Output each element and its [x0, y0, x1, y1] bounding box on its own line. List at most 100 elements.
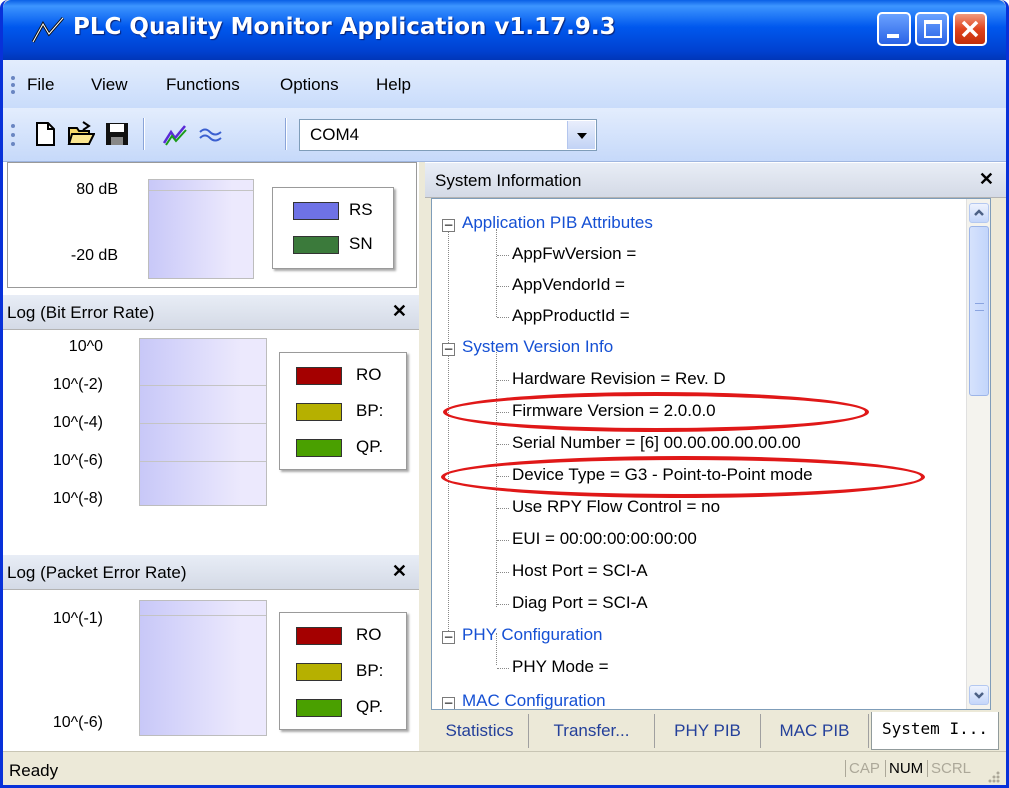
legend-swatch-sn — [293, 236, 339, 254]
tab-mac-pib[interactable]: MAC PIB — [761, 714, 869, 748]
com-port-select[interactable]: COM4 — [299, 119, 597, 151]
wave-icon[interactable] — [197, 120, 225, 148]
tree-group-app-pib[interactable]: Application PIB Attributes — [462, 213, 653, 233]
open-folder-icon[interactable] — [67, 120, 95, 148]
gridline — [140, 423, 266, 424]
gridline — [149, 190, 253, 191]
ber-tick-0: 10^0 — [68, 338, 103, 355]
toolbar: COM4 — [3, 108, 1006, 162]
close-icon[interactable]: ✕ — [392, 561, 407, 582]
num-indicator: NUM — [885, 760, 923, 777]
title-bar[interactable]: PLC Quality Monitor Application v1.17.9.… — [3, 0, 1006, 60]
menu-options[interactable]: Options — [280, 75, 339, 95]
line-chart-icon[interactable] — [161, 120, 189, 148]
system-info-pane: System Information ✕ − Application PIB A… — [425, 162, 1006, 751]
menu-view[interactable]: View — [91, 75, 128, 95]
tab-phy-pib[interactable]: PHY PIB — [655, 714, 761, 748]
tree-item[interactable]: Serial Number = [6] 00.00.00.00.00.00 — [512, 433, 801, 453]
per-chart: 10^(-1) 10^(-6) RO BP: QP. — [3, 590, 419, 750]
status-text: Ready — [9, 761, 59, 780]
menu-file[interactable]: File — [27, 75, 54, 95]
status-bar: Ready CAP NUM SCRL — [3, 751, 1006, 785]
legend-label-ro: RO — [356, 625, 382, 644]
vertical-scrollbar[interactable] — [966, 199, 990, 709]
tree-line — [497, 508, 509, 509]
caps-indicator: CAP — [845, 760, 880, 777]
close-icon — [961, 20, 979, 38]
legend-swatch-bp — [296, 663, 342, 681]
tree-line — [497, 572, 509, 573]
collapse-icon[interactable]: − — [442, 219, 455, 232]
collapse-icon[interactable]: − — [442, 631, 455, 644]
scroll-thumb[interactable] — [969, 226, 989, 396]
chevron-down-icon[interactable] — [567, 121, 595, 149]
menu-grip-icon[interactable] — [11, 76, 15, 94]
menu-help[interactable]: Help — [376, 75, 411, 95]
tree-group-mac-config[interactable]: MAC Configuration — [462, 691, 606, 709]
per-legend: RO BP: QP. — [279, 612, 407, 730]
highlight-ellipse-device-type — [441, 456, 925, 498]
legend-label-sn: SN — [349, 234, 373, 253]
tree-item[interactable]: Hardware Revision = Rev. D — [512, 369, 726, 389]
close-icon[interactable]: ✕ — [392, 301, 407, 322]
tree-group-phy-config[interactable]: PHY Configuration — [462, 625, 603, 645]
left-chart-pane: 80 dB -20 dB RS SN Log (Bit Error Rate) … — [3, 162, 419, 751]
tree-line — [448, 221, 449, 631]
resize-grip-icon[interactable] — [985, 768, 1001, 784]
tree-item[interactable]: EUI = 00:00:00:00:00:00 — [512, 529, 697, 549]
legend-label-bp: BP: — [356, 401, 384, 420]
maximize-button[interactable] — [915, 12, 949, 46]
legend-swatch-qp — [296, 699, 342, 717]
minimize-icon — [887, 34, 899, 38]
chevron-down-icon — [974, 692, 984, 699]
tab-system-info[interactable]: System I... — [871, 712, 999, 750]
collapse-icon[interactable]: − — [442, 697, 455, 709]
minimize-button[interactable] — [877, 12, 911, 46]
save-disk-icon[interactable] — [103, 120, 131, 148]
tab-statistics[interactable]: Statistics — [431, 714, 529, 748]
tab-transfer[interactable]: Transfer... — [529, 714, 655, 748]
tree-item[interactable]: AppProductId = — [512, 306, 630, 326]
snr-y-top-label: 80 dB — [76, 181, 118, 198]
chevron-up-icon — [974, 209, 984, 216]
close-icon[interactable]: ✕ — [979, 169, 994, 190]
system-info-tree[interactable]: − Application PIB Attributes AppFwVersio… — [431, 198, 991, 710]
app-logo-icon — [31, 17, 65, 43]
window-title: PLC Quality Monitor Application v1.17.9.… — [73, 14, 616, 40]
system-info-header[interactable]: System Information ✕ — [425, 162, 1006, 198]
tree-item[interactable]: AppVendorId = — [512, 275, 625, 295]
collapse-icon[interactable]: − — [442, 343, 455, 356]
toolbar-grip-icon[interactable] — [11, 124, 15, 146]
new-file-icon[interactable] — [31, 120, 59, 148]
tree-item[interactable]: PHY Mode = — [512, 657, 609, 677]
tree-line — [496, 229, 497, 317]
legend-swatch-ro — [296, 367, 342, 385]
system-info-title: System Information — [435, 171, 582, 190]
snr-plot-area — [148, 179, 254, 279]
tree-item[interactable]: AppFwVersion = — [512, 244, 636, 264]
ber-panel-header[interactable]: Log (Bit Error Rate) ✕ — [3, 294, 419, 330]
grip-icon — [975, 303, 984, 311]
tree-line — [497, 604, 509, 605]
tree-item[interactable]: Use RPY Flow Control = no — [512, 497, 720, 517]
per-tick-1: 10^(-6) — [52, 714, 103, 731]
maximize-icon — [924, 20, 942, 38]
gridline — [140, 385, 266, 386]
scroll-up-button[interactable] — [969, 203, 989, 223]
per-panel-header[interactable]: Log (Packet Error Rate) ✕ — [3, 554, 419, 590]
legend-label-ro: RO — [356, 365, 382, 384]
ber-tick-4: 10^(-8) — [52, 490, 103, 507]
tree-item[interactable]: Host Port = SCI-A — [512, 561, 648, 581]
ber-legend: RO BP: QP. — [279, 352, 407, 470]
per-tick-0: 10^(-1) — [52, 610, 103, 627]
tree-line — [497, 668, 509, 669]
scroll-down-button[interactable] — [969, 685, 989, 705]
ber-panel-title: Log (Bit Error Rate) — [7, 303, 155, 322]
close-button[interactable] — [953, 12, 987, 46]
legend-swatch-bp — [296, 403, 342, 421]
tree-group-system-version[interactable]: System Version Info — [462, 337, 613, 357]
tree-item[interactable]: Diag Port = SCI-A — [512, 593, 648, 613]
per-plot-area — [139, 600, 267, 736]
legend-swatch-qp — [296, 439, 342, 457]
menu-functions[interactable]: Functions — [166, 75, 240, 95]
